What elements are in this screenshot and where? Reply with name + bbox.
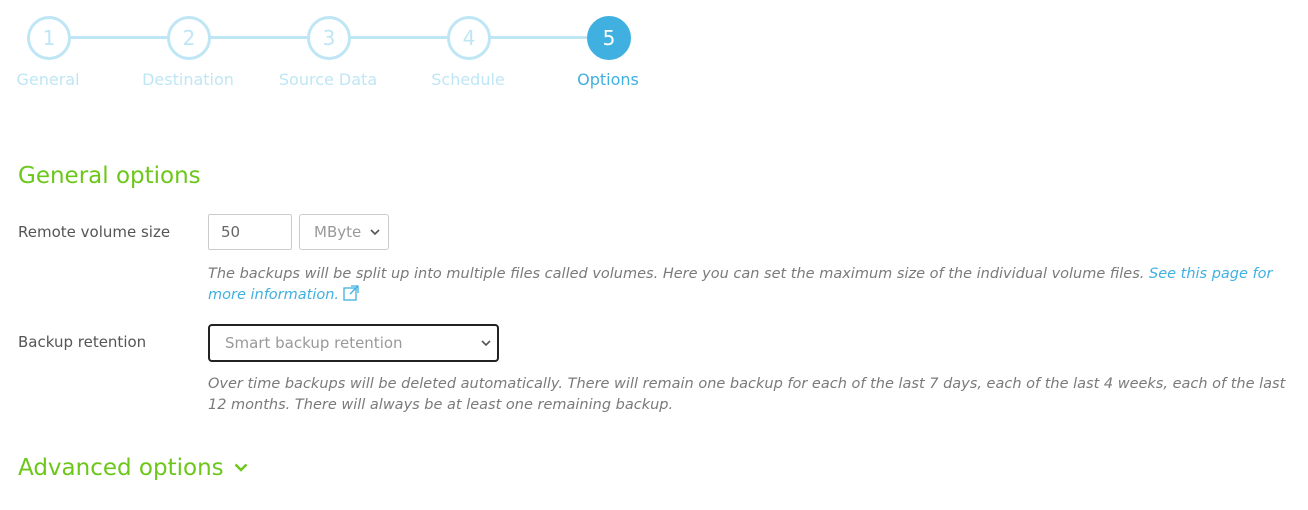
step-4-circle[interactable]: 4 bbox=[447, 16, 491, 60]
wizard-stepper: 1 2 3 4 5 General Destination Source Dat… bbox=[0, 0, 700, 110]
step-2-label[interactable]: Destination bbox=[118, 70, 258, 89]
step-2-circle[interactable]: 2 bbox=[167, 16, 211, 60]
remote-volume-help: The backups will be split up into multip… bbox=[208, 264, 1298, 306]
step-connector bbox=[207, 36, 309, 39]
external-link-icon[interactable] bbox=[343, 285, 359, 301]
step-1-circle[interactable]: 1 bbox=[27, 16, 71, 60]
step-5-label[interactable]: Options bbox=[538, 70, 678, 89]
chevron-down-icon bbox=[370, 228, 380, 235]
remote-volume-size-input[interactable] bbox=[208, 214, 292, 250]
advanced-options-toggle[interactable]: Advanced options bbox=[18, 455, 248, 481]
general-options-heading: General options bbox=[18, 163, 201, 189]
advanced-options-heading: Advanced options bbox=[18, 455, 224, 481]
backup-retention-value: Smart backup retention bbox=[225, 334, 403, 352]
chevron-down-icon bbox=[234, 463, 247, 472]
chevron-down-icon bbox=[481, 339, 491, 346]
step-4-label[interactable]: Schedule bbox=[398, 70, 538, 89]
step-connector bbox=[487, 36, 589, 39]
volume-unit-select[interactable]: MByte bbox=[299, 214, 389, 250]
backup-retention-label: Backup retention bbox=[18, 333, 147, 351]
step-1-label[interactable]: General bbox=[0, 70, 118, 89]
step-5-circle[interactable]: 5 bbox=[587, 16, 631, 60]
backup-retention-select[interactable]: Smart backup retention bbox=[208, 324, 499, 362]
volume-unit-value: MByte bbox=[314, 223, 362, 241]
step-3-circle[interactable]: 3 bbox=[307, 16, 351, 60]
step-connector bbox=[67, 36, 169, 39]
backup-retention-help: Over time backups will be deleted automa… bbox=[208, 376, 1286, 413]
remote-volume-size-label: Remote volume size bbox=[18, 223, 171, 241]
remote-volume-help-text: The backups will be split up into multip… bbox=[208, 266, 1149, 282]
step-3-label[interactable]: Source Data bbox=[258, 70, 398, 89]
step-connector bbox=[347, 36, 449, 39]
